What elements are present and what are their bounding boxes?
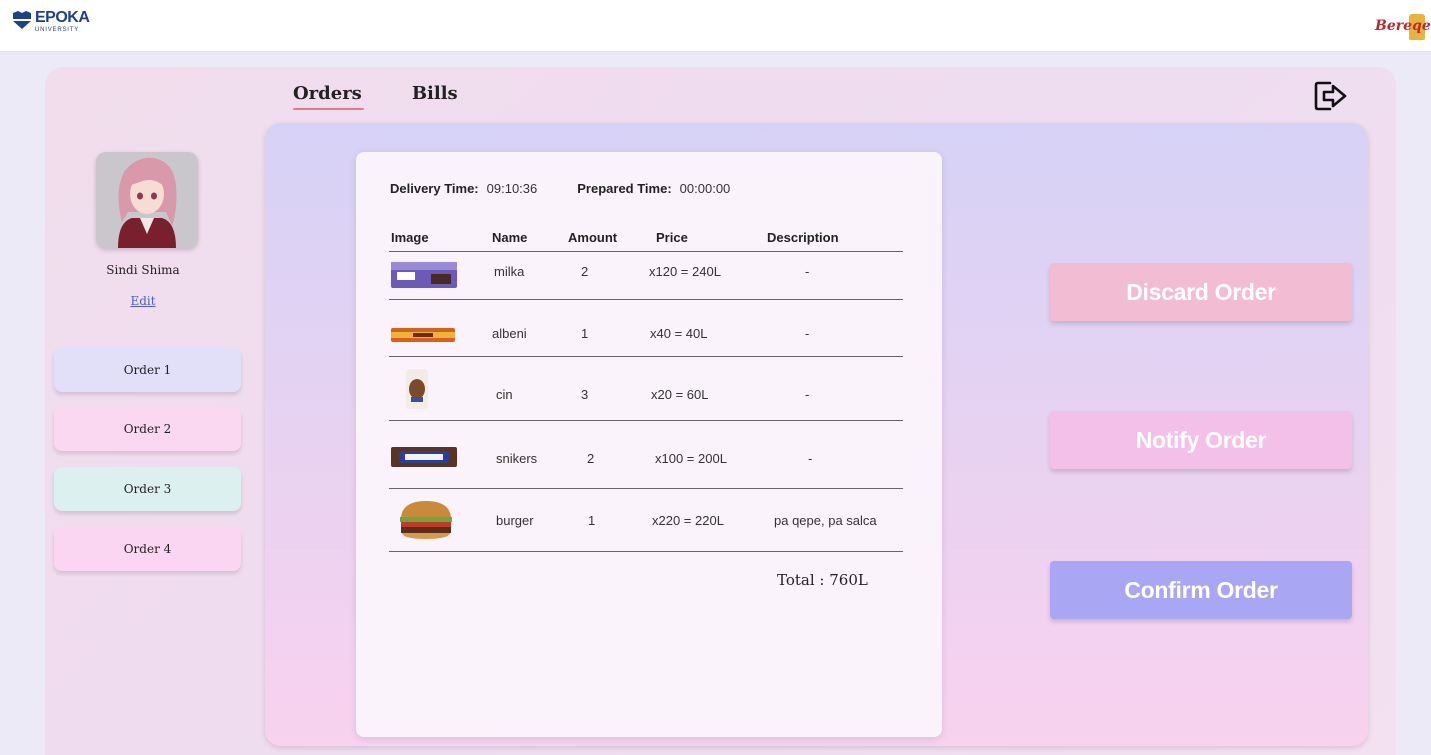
sidebar-item-order-4[interactable]: Order 4 (54, 527, 241, 571)
order-total: Total : 760L (777, 571, 868, 589)
item-price: x100 = 200L (655, 451, 727, 466)
burger-image (400, 501, 452, 539)
item-description: - (805, 326, 810, 341)
albeni-bar-image (391, 328, 455, 342)
table-row[interactable]: cin 3 x20 = 60L - (389, 357, 903, 421)
column-header-name: Name (492, 230, 528, 245)
epoka-logo-subtext: UNIVERSITY (35, 27, 80, 33)
table-row[interactable]: milka 2 x120 = 240L - (389, 252, 903, 300)
sidebar-item-order-3[interactable]: Order 3 (54, 467, 241, 511)
item-amount: 3 (581, 387, 589, 402)
snickers-bar-image (391, 447, 457, 467)
sidebar-item-label: Order 2 (123, 422, 172, 436)
sidebar-item-order-2[interactable]: Order 2 (54, 407, 241, 451)
item-name: cin (496, 387, 513, 402)
item-name: burger (496, 513, 534, 528)
item-amount: 1 (581, 326, 589, 341)
item-price: x220 = 220L (652, 513, 724, 528)
table-row[interactable]: snikers 2 x100 = 200L - (389, 421, 903, 489)
column-header-description: Description (767, 230, 839, 245)
item-name: albeni (492, 326, 527, 341)
avatar[interactable] (96, 152, 198, 248)
sidebar-item-order-1[interactable]: Order 1 (54, 348, 241, 392)
epoka-logo-text: EPOKA (35, 9, 90, 26)
item-price: x40 = 40L (650, 326, 708, 341)
nav-tabs: Orders Bills (293, 83, 458, 110)
tab-bills[interactable]: Bills (412, 83, 458, 110)
cin-snack-image (406, 369, 428, 409)
column-header-image: Image (391, 230, 429, 245)
order-details-card: Delivery Time: 09:10:36 Prepared Time: 0… (356, 152, 942, 737)
logout-icon[interactable] (1313, 80, 1351, 112)
avatar-image (96, 152, 198, 248)
epoka-shield-icon (13, 11, 31, 29)
item-price: x120 = 240L (649, 264, 721, 279)
milka-chocolate-image (391, 262, 457, 288)
user-name: Sindi Shima (106, 263, 180, 277)
sidebar-item-label: Order 4 (123, 542, 172, 556)
tab-orders[interactable]: Orders (293, 83, 364, 110)
item-amount: 2 (587, 451, 595, 466)
prepared-time-label: Prepared Time: (577, 181, 672, 196)
column-header-amount: Amount (568, 230, 618, 245)
column-header-price: Price (656, 230, 688, 245)
item-name: snikers (496, 451, 538, 466)
item-amount: 2 (581, 264, 589, 279)
table-row[interactable]: burger 1 x220 = 220L pa qepe, pa salca (389, 489, 903, 552)
bereqet-logo[interactable]: Bereqet (1375, 14, 1431, 44)
table-row[interactable]: albeni 1 x40 = 40L - (389, 300, 903, 357)
edit-profile-link[interactable]: Edit (45, 294, 241, 308)
prepared-time-value: 00:00:00 (679, 181, 731, 196)
confirm-order-button[interactable]: Confirm Order (1050, 561, 1352, 619)
bereqet-logo-text: Bereqet (1375, 18, 1431, 34)
order-times: Delivery Time: 09:10:36 Prepared Time: 0… (390, 181, 730, 196)
delivery-time-label: Delivery Time: (390, 181, 479, 196)
sidebar-item-label: Order 3 (123, 482, 172, 496)
item-description: - (805, 264, 810, 279)
item-price: x20 = 60L (651, 387, 709, 402)
epoka-logo[interactable]: EPOKA UNIVERSITY (12, 9, 90, 33)
item-description: pa qepe, pa salca (774, 513, 877, 528)
sidebar-item-label: Order 1 (123, 363, 172, 377)
table-header: Image Name Amount Price Description (389, 230, 903, 252)
notify-order-button[interactable]: Notify Order (1050, 411, 1352, 469)
top-bar: EPOKA UNIVERSITY Bereqet (0, 0, 1431, 52)
item-description: - (805, 387, 810, 402)
item-description: - (808, 451, 813, 466)
item-name: milka (494, 264, 525, 279)
item-amount: 1 (588, 513, 596, 528)
delivery-time-value: 09:10:36 (486, 181, 538, 196)
discard-order-button[interactable]: Discard Order (1050, 263, 1352, 321)
